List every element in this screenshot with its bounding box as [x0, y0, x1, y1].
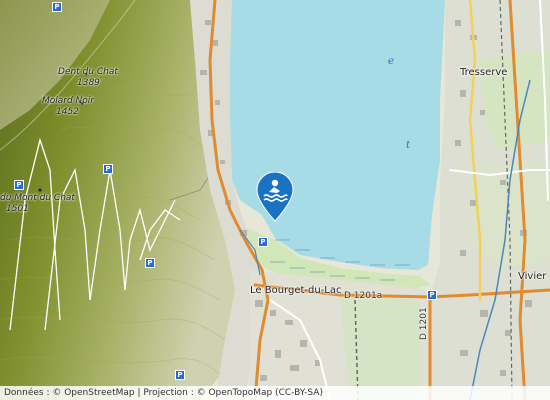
town-label-tresserve: Tresserve: [460, 67, 508, 78]
parking-icon: P: [258, 237, 268, 247]
parking-icon: P: [175, 370, 185, 380]
town-label-viviers: Vivier: [518, 271, 547, 282]
parking-icon: P: [103, 164, 113, 174]
peak-label-dent-du-chat: Dent du Chat: [58, 67, 118, 77]
parking-icon: P: [145, 258, 155, 268]
lake-name-letter: e: [388, 56, 394, 67]
parking-icon: P: [427, 290, 437, 300]
peak-label-mont-du-chat: du Mont du Chat: [0, 193, 75, 203]
road-label-d1201: D 1201: [419, 307, 429, 340]
map-attribution: Données : © OpenStreetMap | Projection :…: [0, 386, 550, 400]
parking-icon: P: [14, 180, 24, 190]
road-label-d1201a: D 1201a: [344, 291, 383, 301]
peak-elevation-dent-du-chat: 1389: [77, 78, 100, 88]
parking-icon: P: [52, 2, 62, 12]
peak-label-molard-noir: Molard Noir: [42, 96, 95, 106]
peak-elevation-molard-noir: 1452: [56, 107, 79, 117]
swimmer-icon: [256, 171, 294, 222]
peak-elevation-mont-du-chat: 1501: [6, 204, 29, 214]
swimming-location-marker[interactable]: [255, 171, 295, 222]
lake-name-letter: t: [406, 140, 411, 151]
town-label-le-bourget-du-lac: Le Bourget-du-Lac: [250, 285, 342, 296]
